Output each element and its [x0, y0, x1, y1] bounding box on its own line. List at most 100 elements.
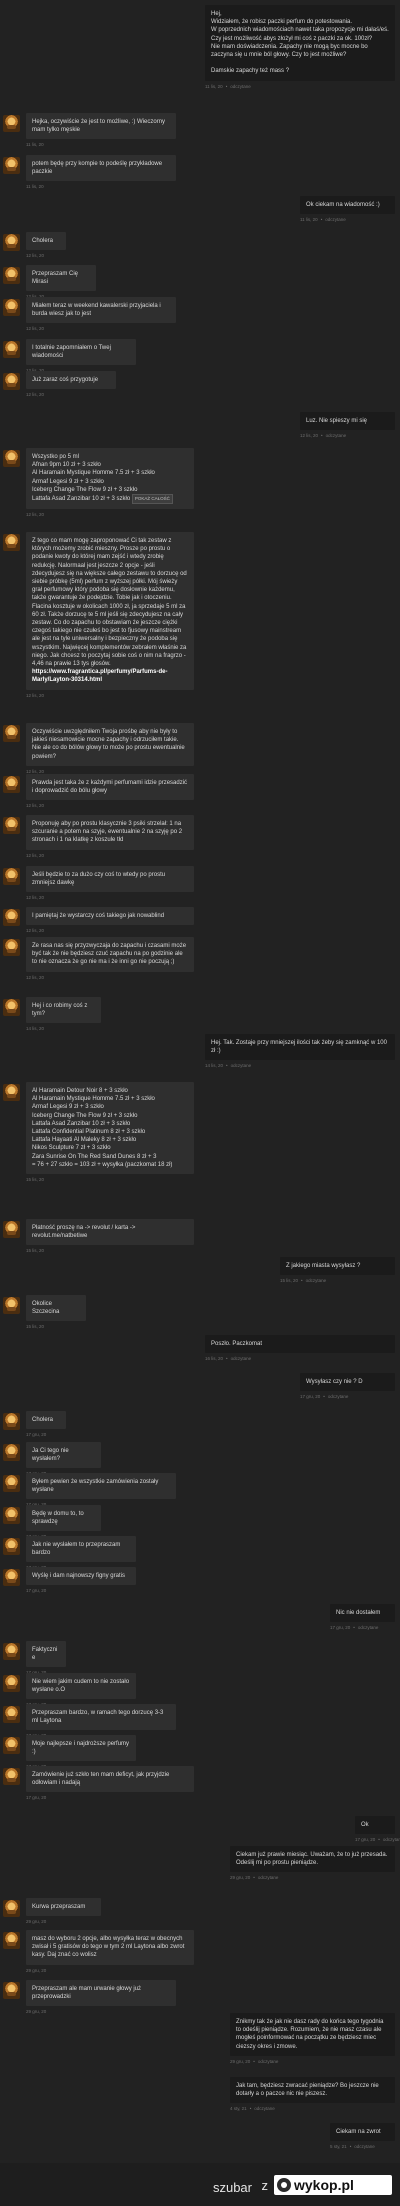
message-bubble: masz do wyboru 2 opcje, albo wysyłka ter… [26, 1930, 194, 1965]
user-avatar[interactable] [3, 1675, 20, 1692]
message-bubble: Wszystko po 5 ml Afnan 9pm 10 zł + 3 szk… [26, 448, 194, 510]
user-avatar[interactable] [3, 999, 20, 1016]
message-bubble: Hejka, oczywiście że jest to możliwe, :)… [26, 113, 176, 140]
message-date: 17 gru, 20 [26, 1588, 47, 1594]
incoming-message: Faktycznie17 gru, 20 [26, 1641, 66, 1675]
message-bubble: I totalnie zapomniałem o Twej wiadomości [26, 339, 136, 366]
message-meta: 12 lis, 20 [26, 512, 194, 517]
incoming-message: Przepraszam bardzo, w ramach tego dorzuc… [26, 1704, 176, 1738]
user-avatar[interactable] [3, 1538, 20, 1555]
wykop-logo[interactable]: wykop.pl [274, 2175, 392, 2195]
user-avatar[interactable] [3, 1900, 20, 1917]
message-bubble: Będę w domu to, to sprawdzę [26, 1505, 101, 1532]
message-meta: 12 lis, 20 [26, 895, 194, 900]
message-meta: 12 lis, 20 [26, 928, 194, 933]
user-avatar[interactable] [3, 1084, 20, 1101]
message-text: Ok [361, 1822, 369, 1828]
read-status: odczytane [254, 2106, 275, 2112]
user-avatar[interactable] [3, 299, 20, 316]
message-date: 15 lis, 20 [26, 1324, 45, 1330]
message-link[interactable]: https://www.fragrantica.pl/perfumy/Parfu… [32, 669, 167, 683]
message-meta: 12 lis, 20 [26, 253, 66, 258]
user-avatar[interactable] [3, 939, 20, 956]
user-avatar[interactable] [3, 267, 20, 284]
incoming-message: Płatność proszę na -> revolut / karta ->… [26, 1219, 194, 1253]
incoming-message: Okolice Szczecina 15 lis, 20 [26, 1295, 86, 1329]
user-avatar[interactable] [3, 115, 20, 132]
message-date: 12 lis, 20 [26, 895, 45, 901]
message-meta: 16 lis, 20 • odczytane [205, 1356, 395, 1361]
author-name: szubar [212, 2180, 252, 2195]
user-avatar[interactable] [3, 1569, 20, 1586]
message-bubble: Hej i co robimy coś z tym? [26, 997, 101, 1024]
user-avatar[interactable] [3, 1413, 20, 1430]
user-avatar[interactable] [3, 1297, 20, 1314]
user-avatar[interactable] [3, 1982, 20, 1999]
message-date: 12 lis, 20 [26, 803, 45, 809]
message-bubble: Jeśli będzie to za dużo czy coś to wtedy… [26, 866, 194, 893]
outgoing-message: Hej, Widziałem, że robisz paczki perfum … [205, 5, 395, 89]
user-avatar[interactable] [3, 725, 20, 742]
meta-separator: • [226, 1356, 228, 1362]
user-avatar[interactable] [3, 234, 20, 251]
message-bubble: Ja Ci tego nie wysłałem? [26, 1442, 101, 1469]
user-avatar[interactable] [3, 1932, 20, 1949]
message-text: Moje najlepsze i najdroższe perfumy :) [32, 1741, 130, 1756]
user-avatar[interactable] [3, 1475, 20, 1492]
message-date: 17 gru, 20 [26, 1432, 47, 1438]
message-text: Wysyłasz czy nie ? D [306, 1379, 363, 1385]
user-avatar[interactable] [3, 1221, 20, 1238]
incoming-message: Al Haramain Detour Noir 8 + 3 szkło Al H… [26, 1082, 194, 1182]
user-avatar[interactable] [3, 1507, 20, 1524]
incoming-message: Ze rasa nas się przyzwyczaja do zapachu … [26, 937, 194, 980]
message-text: Już zaraz coś przygotuje [32, 377, 99, 383]
message-bubble: Płatność proszę na -> revolut / karta ->… [26, 1219, 194, 1246]
message-date: 11 lis, 20 [300, 217, 318, 223]
incoming-message: Z tego co mam mogę zaproponować Ci tak z… [26, 532, 194, 698]
message-meta: 17 gru, 20•odczytane [355, 1837, 400, 1842]
watermark-footer: szubar z wykop.pl [0, 2163, 400, 2206]
meta-separator: • [353, 1625, 355, 1631]
message-meta: 17 gru, 20 [26, 1795, 194, 1800]
user-avatar[interactable] [3, 868, 20, 885]
user-avatar[interactable] [3, 373, 20, 390]
user-avatar[interactable] [3, 534, 20, 551]
incoming-message: Kurwa przepraszam 29 gru, 20 [26, 1898, 101, 1924]
message-text: Byłem pewien że wszystkie zamówienia zos… [32, 1479, 159, 1494]
message-meta: 11 lis, 20 [26, 184, 176, 189]
user-avatar[interactable] [3, 1768, 20, 1785]
message-date: 11 lis, 20 [26, 184, 44, 190]
incoming-message: potem będę przy kompie to podeślę przykł… [26, 155, 176, 189]
wykop-logo-text: wykop.pl [294, 2177, 354, 2193]
message-date: 12 lis, 20 [26, 852, 45, 858]
user-avatar[interactable] [3, 776, 20, 793]
user-avatar[interactable] [3, 450, 20, 467]
outgoing-message: Jak tam, będziesz zwracać pieniądze? Bo … [230, 2077, 395, 2111]
user-avatar[interactable] [3, 817, 20, 834]
read-status: odczytane [230, 1356, 252, 1362]
user-avatar[interactable] [3, 909, 20, 926]
message-text: Ok ciekam na wiadomość :) [306, 202, 380, 208]
message-meta: 12 lis, 20 [26, 392, 116, 397]
read-status: odczytane [257, 1875, 279, 1881]
message-text: Hej i co robimy coś z tym? [32, 1003, 88, 1018]
user-avatar[interactable] [3, 1643, 20, 1660]
message-bubble: Nic nie dostałem [330, 1604, 395, 1623]
user-avatar[interactable] [3, 1737, 20, 1754]
message-bubble: Wyślę i dam najnowszy figny gratis [26, 1567, 136, 1586]
user-avatar[interactable] [3, 1444, 20, 1461]
message-bubble: Wysyłasz czy nie ? D [300, 1373, 395, 1392]
message-text: potem będę przy kompie to podeślę przykł… [32, 161, 163, 176]
show-all-button[interactable]: POKAŻ CAŁOŚĆ [131, 494, 173, 505]
outgoing-message: Ok 17 gru, 20•odczytane [355, 1816, 400, 1842]
message-meta: 12 lis, 20 [26, 326, 176, 331]
read-status: odczytane [357, 1625, 379, 1631]
user-avatar[interactable] [3, 341, 20, 358]
user-avatar[interactable] [3, 157, 20, 174]
message-meta: 12 lis, 20 [26, 975, 194, 980]
incoming-message: Wszystko po 5 ml Afnan 9pm 10 zł + 3 szk… [26, 448, 194, 517]
message-meta: 4 sty, 21 • odczytane [230, 2106, 395, 2111]
message-text: Jeśli będzie to za dużo czy coś to wtedy… [32, 872, 166, 887]
user-avatar[interactable] [3, 1706, 20, 1723]
message-text: Nie wiem jakim cudem to nie zostało wysł… [32, 1679, 130, 1694]
